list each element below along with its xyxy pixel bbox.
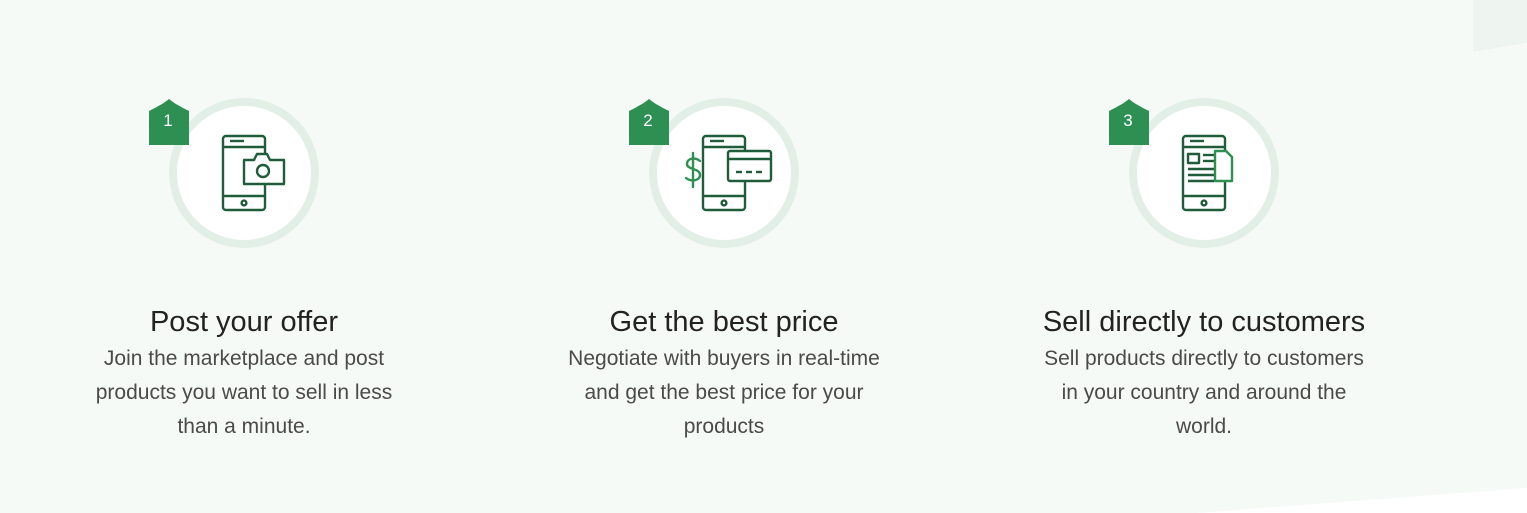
phone-camera-icon	[221, 134, 286, 212]
step-title: Post your offer	[149, 306, 339, 338]
step-number: 3	[1123, 111, 1133, 130]
step-number-badge: 3	[1107, 99, 1153, 145]
phone-payment-icon	[684, 134, 773, 212]
step-description: Sell products directly to customers in y…	[1044, 347, 1364, 438]
decorative-shape-top	[1473, 0, 1527, 52]
step-number-badge: 1	[147, 99, 193, 145]
step-number: 1	[163, 111, 173, 130]
step-icon-circle: 1	[149, 98, 319, 248]
step-icon-circle: 3	[1109, 98, 1279, 248]
decorative-shape-bottom	[1197, 488, 1527, 513]
phone-catalog-icon	[1181, 134, 1234, 212]
step-title: Sell directly to customers	[1042, 306, 1366, 338]
step-number-badge: 2	[627, 99, 673, 145]
step-description: Join the marketplace and post products y…	[95, 347, 393, 438]
step-title: Get the best price	[609, 306, 839, 338]
step-icon-circle: 2	[629, 98, 799, 248]
step-number: 2	[643, 111, 653, 130]
step-description: Negotiate with buyers in real-time and g…	[568, 347, 880, 438]
